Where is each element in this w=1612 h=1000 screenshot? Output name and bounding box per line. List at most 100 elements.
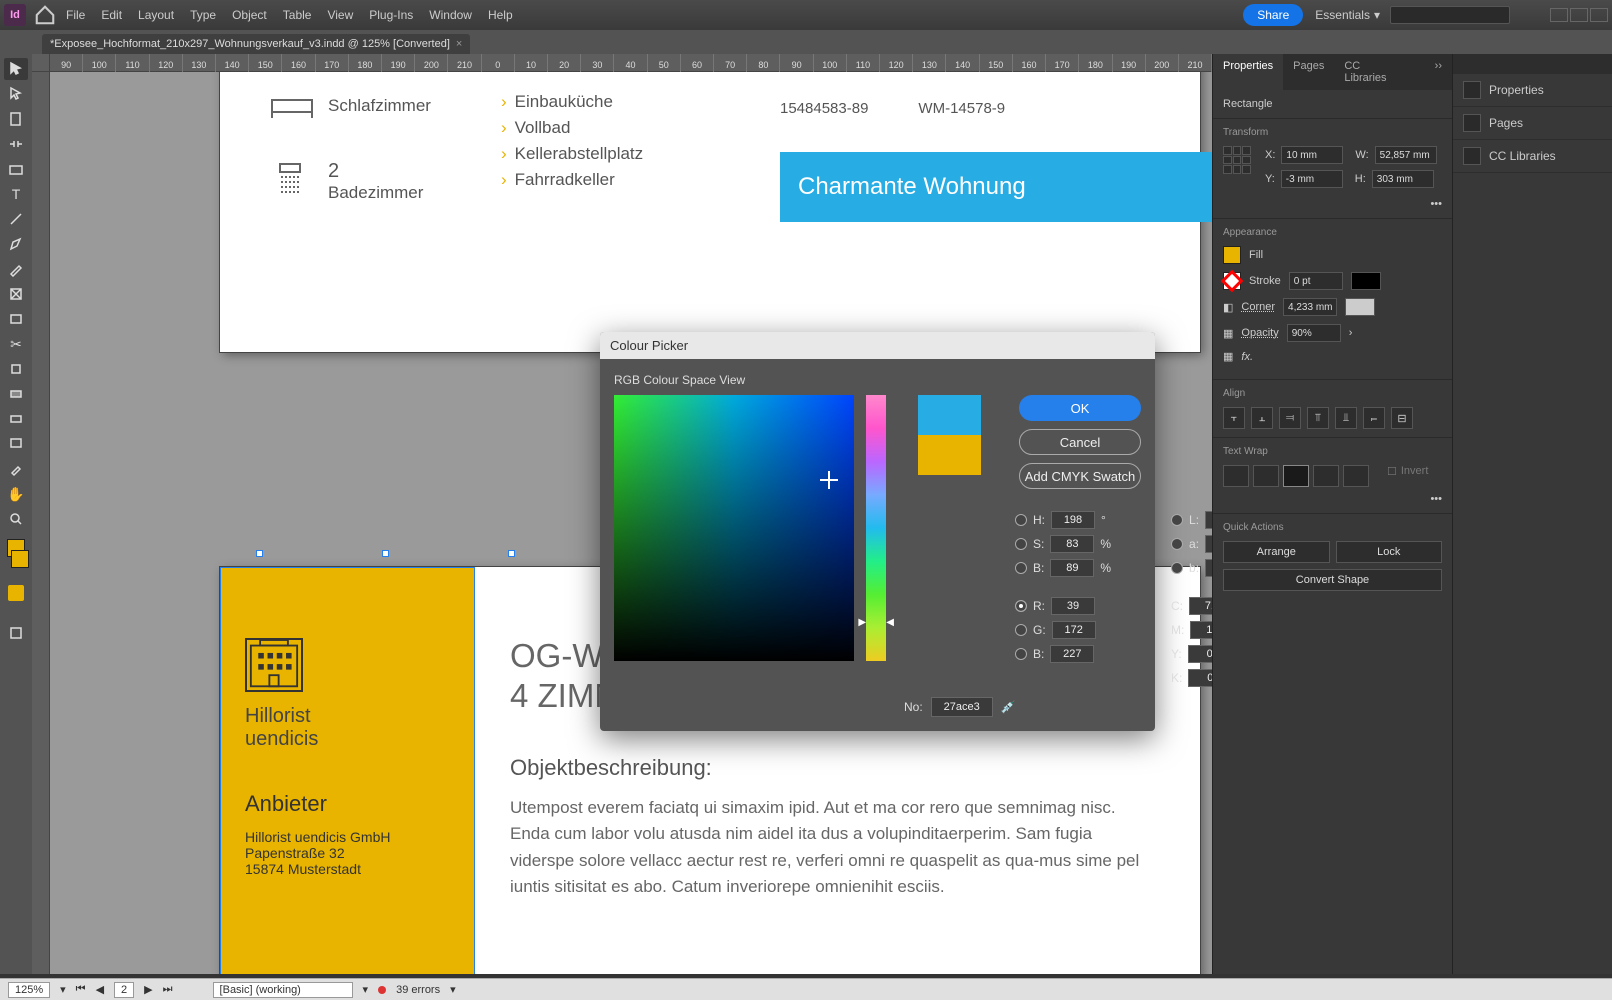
scissors-tool[interactable]: ✂ (4, 333, 28, 355)
horizontal-ruler[interactable]: 9010011012013014015016017018019020021001… (50, 54, 1212, 72)
preflight-profile[interactable]: [Basic] (working) (213, 982, 353, 998)
tab-properties[interactable]: Properties (1213, 54, 1283, 90)
apply-color[interactable] (8, 585, 24, 601)
direct-selection-tool[interactable] (4, 83, 28, 105)
close-window-button[interactable] (1590, 8, 1608, 22)
gradient-swatch-tool[interactable] (4, 383, 28, 405)
g-input[interactable] (1052, 621, 1096, 639)
g-radio[interactable] (1015, 624, 1027, 636)
page-tool[interactable] (4, 108, 28, 130)
wrap-shape[interactable] (1283, 465, 1309, 487)
pen-tool[interactable] (4, 233, 28, 255)
reference-point[interactable] (1223, 146, 1251, 174)
note-tool[interactable] (4, 433, 28, 455)
hand-tool[interactable]: ✋ (4, 483, 28, 505)
bv-input[interactable] (1050, 559, 1094, 577)
first-page[interactable]: ⏮ (76, 983, 86, 996)
rc-properties[interactable]: Properties (1453, 74, 1612, 107)
tab-pages[interactable]: Pages (1283, 54, 1334, 90)
corner-icon[interactable]: ◧ (1223, 301, 1233, 314)
h-input[interactable] (1372, 170, 1434, 188)
fx-label[interactable]: fx. (1241, 351, 1253, 363)
dialog-title[interactable]: Colour Picker (600, 332, 1155, 359)
k-input[interactable] (1188, 669, 1212, 687)
selection-handles[interactable] (256, 550, 515, 565)
stroke-weight-input[interactable] (1289, 272, 1343, 290)
page-field[interactable]: 2 (114, 982, 134, 998)
error-count[interactable]: 39 errors (396, 984, 440, 996)
gap-tool[interactable] (4, 133, 28, 155)
bv-radio[interactable] (1015, 562, 1027, 574)
last-page[interactable]: ⏭ (163, 983, 173, 996)
a-input[interactable] (1205, 535, 1212, 553)
menu-plugins[interactable]: Plug-Ins (369, 8, 413, 22)
maximize-button[interactable] (1570, 8, 1588, 22)
arrange-button[interactable]: Arrange (1223, 541, 1330, 563)
stroke-style[interactable] (1351, 272, 1381, 290)
selection-tool[interactable] (4, 58, 28, 80)
add-cmyk-swatch-button[interactable]: Add CMYK Swatch (1019, 463, 1141, 489)
pencil-tool[interactable] (4, 258, 28, 280)
invert-check[interactable]: ☐ (1387, 465, 1397, 487)
share-button[interactable]: Share (1243, 4, 1303, 26)
view-mode-toggle[interactable] (4, 622, 28, 644)
corner-input[interactable] (1283, 298, 1337, 316)
canvas[interactable]: Schlafzimmer 2 Badezimmer ›Einbauküche (50, 72, 1212, 974)
workspace-switcher[interactable]: Essentials▾ (1315, 8, 1380, 22)
opacity-label[interactable]: Opacity (1241, 327, 1278, 339)
more-icon[interactable]: ••• (1223, 493, 1442, 505)
eyedropper-icon[interactable]: 💉 (1001, 700, 1016, 714)
menu-window[interactable]: Window (429, 8, 472, 22)
cancel-button[interactable]: Cancel (1019, 429, 1141, 455)
align-bottom[interactable]: ⫭ (1363, 407, 1385, 429)
stroke-swatch[interactable] (11, 550, 29, 568)
rc-pages[interactable]: Pages (1453, 107, 1612, 140)
y-input[interactable] (1281, 170, 1343, 188)
panel-menu-icon[interactable]: ›› (1425, 54, 1452, 90)
a-radio[interactable] (1171, 538, 1183, 550)
stroke-swatch-prop[interactable] (1223, 272, 1241, 290)
distribute[interactable]: ⊟ (1391, 407, 1413, 429)
search-input[interactable] (1390, 6, 1510, 24)
gradient-feather-tool[interactable] (4, 408, 28, 430)
b-radio[interactable] (1015, 648, 1027, 660)
h-radio[interactable] (1015, 514, 1027, 526)
menu-view[interactable]: View (327, 8, 353, 22)
align-top[interactable]: ⫪ (1307, 407, 1329, 429)
align-right[interactable]: ⫤ (1279, 407, 1301, 429)
blue-header-block[interactable]: Charmante Wohnung (780, 152, 1212, 222)
wrap-jump[interactable] (1313, 465, 1339, 487)
prev-page[interactable]: ◀ (96, 983, 104, 996)
align-left[interactable]: ⫟ (1223, 407, 1245, 429)
lab-b-input[interactable] (1205, 559, 1212, 577)
close-tab-icon[interactable]: × (456, 38, 462, 50)
more-icon[interactable]: ••• (1223, 198, 1442, 210)
opacity-arrow[interactable]: › (1349, 327, 1353, 339)
colour-field[interactable] (614, 395, 854, 661)
convert-shape-button[interactable]: Convert Shape (1223, 569, 1442, 591)
r-input[interactable] (1051, 597, 1095, 615)
c-input[interactable] (1189, 597, 1212, 615)
l-input[interactable] (1205, 511, 1212, 529)
menu-table[interactable]: Table (283, 8, 312, 22)
fill-swatch-prop[interactable] (1223, 246, 1241, 264)
content-collector-tool[interactable] (4, 158, 28, 180)
home-icon[interactable] (34, 4, 56, 26)
ruler-origin[interactable] (32, 54, 50, 72)
sidebar-column[interactable]: Hillorist uendicis Anbieter Hillorist ue… (220, 567, 475, 974)
menu-type[interactable]: Type (190, 8, 216, 22)
m-input[interactable] (1190, 621, 1212, 639)
opacity-input[interactable] (1287, 324, 1341, 342)
menu-help[interactable]: Help (488, 8, 513, 22)
rectangle-frame-tool[interactable] (4, 283, 28, 305)
x-input[interactable] (1281, 146, 1343, 164)
hex-input[interactable] (931, 697, 993, 717)
page-1[interactable]: Schlafzimmer 2 Badezimmer ›Einbauküche (220, 72, 1200, 352)
colour-cursor[interactable] (820, 471, 838, 489)
corner-label[interactable]: Corner (1241, 301, 1275, 313)
minimize-button[interactable] (1550, 8, 1568, 22)
zoom-tool[interactable] (4, 508, 28, 530)
fx-icon[interactable]: ▦ (1223, 350, 1233, 363)
menu-file[interactable]: File (66, 8, 85, 22)
y-input[interactable] (1188, 645, 1212, 663)
